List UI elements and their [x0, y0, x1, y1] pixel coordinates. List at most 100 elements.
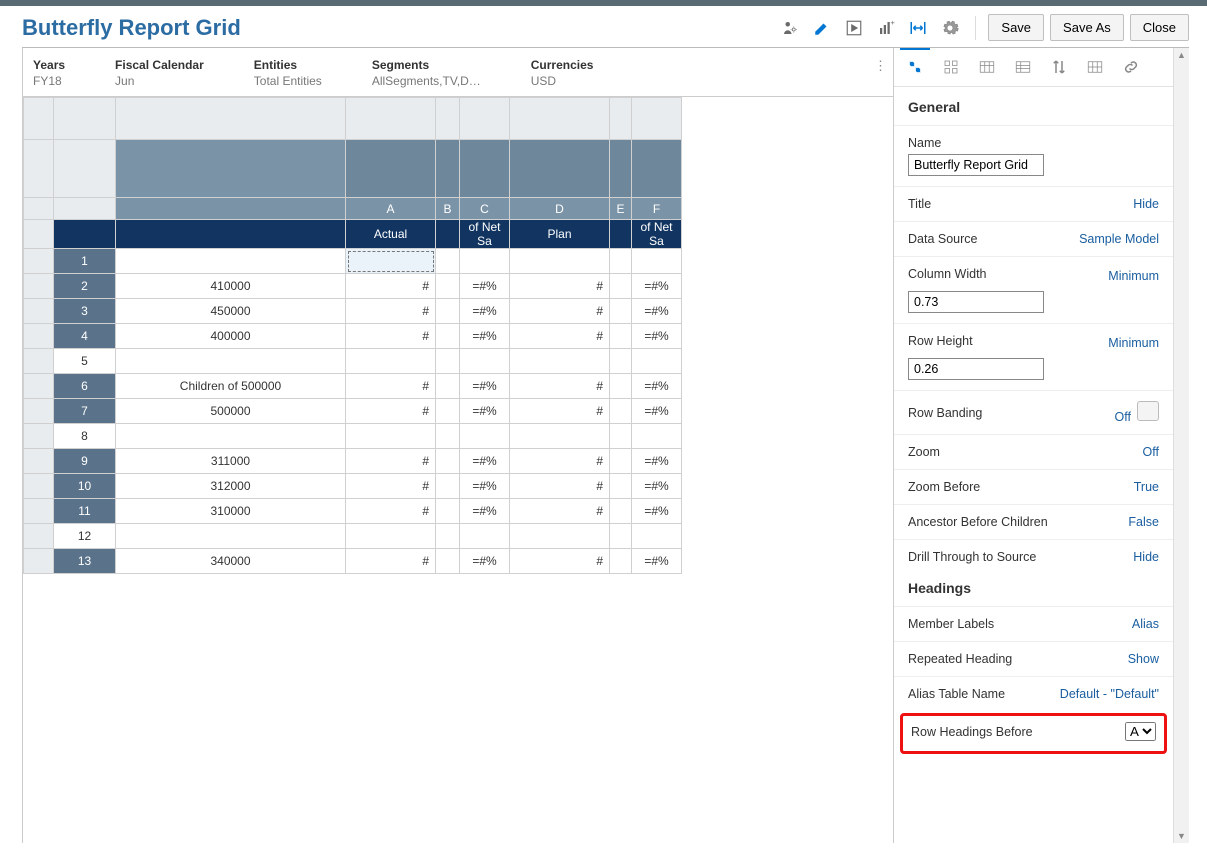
- cell[interactable]: [346, 424, 436, 449]
- row-number[interactable]: 12: [54, 524, 116, 549]
- cell[interactable]: [610, 349, 632, 374]
- col-header-A[interactable]: Actual: [346, 220, 436, 249]
- col-header-D[interactable]: Plan: [510, 220, 610, 249]
- cell[interactable]: [632, 349, 682, 374]
- row-number[interactable]: 1: [54, 249, 116, 274]
- cell[interactable]: =#%: [460, 274, 510, 299]
- close-button[interactable]: Close: [1130, 14, 1189, 41]
- cell[interactable]: =#%: [460, 549, 510, 574]
- cell[interactable]: [610, 249, 632, 274]
- col-letter-C[interactable]: C: [460, 198, 510, 220]
- grid-corner[interactable]: [24, 98, 54, 140]
- row-headings-before-select[interactable]: A: [1125, 722, 1156, 741]
- pov-currencies[interactable]: CurrenciesUSD: [531, 58, 594, 88]
- row-number[interactable]: 7: [54, 399, 116, 424]
- row-number[interactable]: 13: [54, 549, 116, 574]
- pov-segments[interactable]: SegmentsAllSegments,TV,D…: [372, 58, 481, 88]
- cell[interactable]: [436, 449, 460, 474]
- row-number[interactable]: 10: [54, 474, 116, 499]
- row-label[interactable]: [116, 424, 346, 449]
- prop-repeated-value[interactable]: Show: [1128, 652, 1159, 666]
- row-number[interactable]: 6: [54, 374, 116, 399]
- cell[interactable]: =#%: [460, 374, 510, 399]
- cell[interactable]: =#%: [632, 274, 682, 299]
- cell[interactable]: #: [346, 449, 436, 474]
- cell[interactable]: =#%: [632, 499, 682, 524]
- col-letter-B[interactable]: B: [436, 198, 460, 220]
- save-button[interactable]: Save: [988, 14, 1044, 41]
- cell[interactable]: =#%: [460, 449, 510, 474]
- cell[interactable]: [346, 349, 436, 374]
- fit-width-icon[interactable]: [905, 15, 931, 41]
- cell[interactable]: =#%: [632, 324, 682, 349]
- cell[interactable]: [610, 474, 632, 499]
- cell[interactable]: [346, 524, 436, 549]
- cell[interactable]: [436, 424, 460, 449]
- cell[interactable]: [460, 349, 510, 374]
- cell[interactable]: #: [510, 374, 610, 399]
- cell[interactable]: =#%: [460, 299, 510, 324]
- row-label[interactable]: [116, 349, 346, 374]
- cell[interactable]: #: [510, 324, 610, 349]
- cell[interactable]: #: [510, 274, 610, 299]
- cell[interactable]: [632, 249, 682, 274]
- cell[interactable]: #: [510, 299, 610, 324]
- row-number[interactable]: 4: [54, 324, 116, 349]
- tab-grid4-icon[interactable]: [1084, 56, 1106, 78]
- col-letter-F[interactable]: F: [632, 198, 682, 220]
- col-header-B[interactable]: [436, 220, 460, 249]
- col-letter-A[interactable]: A: [346, 198, 436, 220]
- prop-member-value[interactable]: Alias: [1132, 617, 1159, 631]
- cell[interactable]: [436, 499, 460, 524]
- cell[interactable]: [510, 524, 610, 549]
- cell[interactable]: [510, 249, 610, 274]
- prop-datasource-value[interactable]: Sample Model: [1079, 232, 1159, 246]
- row-label[interactable]: 450000: [116, 299, 346, 324]
- prop-zoombefore-value[interactable]: True: [1134, 480, 1159, 494]
- cell[interactable]: [610, 274, 632, 299]
- cell[interactable]: [436, 274, 460, 299]
- colwidth-input[interactable]: [908, 291, 1044, 313]
- cell[interactable]: [610, 424, 632, 449]
- cell[interactable]: =#%: [632, 449, 682, 474]
- cell[interactable]: =#%: [460, 474, 510, 499]
- cell[interactable]: =#%: [632, 399, 682, 424]
- cell[interactable]: [436, 249, 460, 274]
- cell[interactable]: [632, 424, 682, 449]
- col-header-C[interactable]: of Net Sa: [460, 220, 510, 249]
- cell[interactable]: #: [346, 299, 436, 324]
- row-number[interactable]: 2: [54, 274, 116, 299]
- rowheight-input[interactable]: [908, 358, 1044, 380]
- row-number[interactable]: 3: [54, 299, 116, 324]
- cell[interactable]: [610, 499, 632, 524]
- cell[interactable]: =#%: [632, 474, 682, 499]
- cell[interactable]: =#%: [460, 399, 510, 424]
- prop-zoom-value[interactable]: Off: [1143, 445, 1159, 459]
- cell[interactable]: =#%: [632, 374, 682, 399]
- pov-entities[interactable]: EntitiesTotal Entities: [254, 58, 322, 88]
- vertical-scrollbar[interactable]: [1173, 48, 1189, 843]
- cell[interactable]: [610, 374, 632, 399]
- row-number[interactable]: 5: [54, 349, 116, 374]
- cell[interactable]: #: [346, 274, 436, 299]
- pov-fiscal-calendar[interactable]: Fiscal CalendarJun: [115, 58, 204, 88]
- pov-years[interactable]: YearsFY18: [33, 58, 65, 88]
- tab-link-icon[interactable]: [1120, 56, 1142, 78]
- cell[interactable]: [632, 524, 682, 549]
- rowbanding-toggle[interactable]: [1137, 401, 1159, 421]
- cell[interactable]: =#%: [460, 499, 510, 524]
- cell[interactable]: #: [346, 374, 436, 399]
- col-letter-E[interactable]: E: [610, 198, 632, 220]
- cell[interactable]: [436, 549, 460, 574]
- cell[interactable]: [610, 549, 632, 574]
- cell[interactable]: #: [510, 449, 610, 474]
- tab-general-icon[interactable]: [904, 56, 926, 78]
- colwidth-link[interactable]: Minimum: [1108, 269, 1159, 283]
- prop-drill-value[interactable]: Hide: [1133, 550, 1159, 564]
- cell[interactable]: [436, 349, 460, 374]
- name-input[interactable]: [908, 154, 1044, 176]
- cell[interactable]: [436, 474, 460, 499]
- col-header-F[interactable]: of Net Sa: [632, 220, 682, 249]
- cell[interactable]: #: [346, 549, 436, 574]
- insert-chart-icon[interactable]: +: [873, 15, 899, 41]
